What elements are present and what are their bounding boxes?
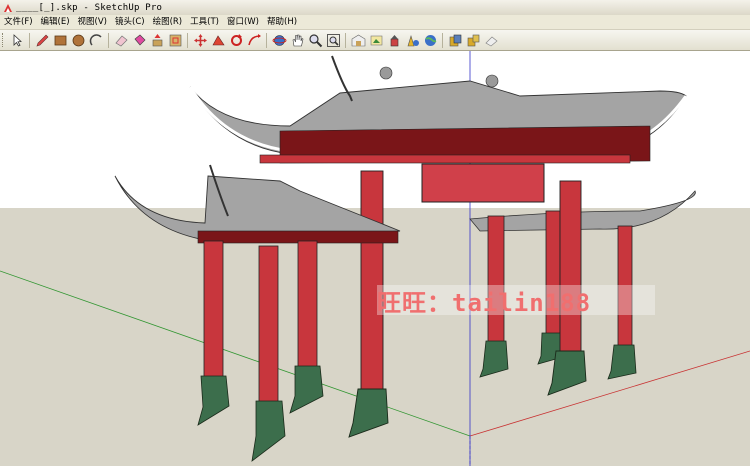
toolbar-grip[interactable] <box>2 33 6 47</box>
menu-file[interactable]: 文件(F) <box>0 15 37 29</box>
ridge-beast-ornament <box>379 66 393 80</box>
scale-icon <box>247 33 261 45</box>
follow-me-button[interactable] <box>210 32 226 48</box>
arc-icon <box>89 33 102 45</box>
eraser-button[interactable] <box>113 32 129 48</box>
column <box>258 245 279 407</box>
pavilion-model[interactable] <box>0 51 750 466</box>
google-earth-icon <box>424 34 436 46</box>
share-model-icon <box>370 35 382 45</box>
rotate-button[interactable] <box>228 32 244 48</box>
menu-edit[interactable]: 编辑(E) <box>37 15 74 29</box>
move-button[interactable] <box>192 32 208 48</box>
offset-icon <box>169 34 181 46</box>
pan-icon <box>292 34 303 46</box>
paint-bucket-icon <box>134 34 145 46</box>
export-button[interactable] <box>465 32 481 48</box>
plaque <box>421 163 545 203</box>
toolbar-separator <box>345 32 346 48</box>
orbit-icon <box>272 34 286 46</box>
drawing-viewport[interactable]: 旺旺：tailin188 <box>0 51 750 466</box>
send-layout-icon <box>449 34 461 46</box>
title-bar: ____[_].skp - SketchUp Pro <box>0 0 750 16</box>
pan-button[interactable] <box>289 32 305 48</box>
menu-bar: 文件(F) 编辑(E) 视图(V) 镜头(C) 绘图(R) 工具(T) 窗口(W… <box>0 15 750 30</box>
pencil-button[interactable] <box>34 32 50 48</box>
select-icon <box>13 33 22 47</box>
main-lintel <box>259 154 631 164</box>
menu-view[interactable]: 视图(V) <box>74 15 111 29</box>
scale-button[interactable] <box>246 32 262 48</box>
zoom-icon <box>308 33 322 47</box>
toolbar-separator <box>108 32 109 48</box>
sketchup-app-icon <box>4 3 12 12</box>
warehouse-icon <box>351 34 365 46</box>
rotate-icon <box>230 33 242 46</box>
column <box>297 240 318 372</box>
zoom-extents-icon <box>326 33 340 47</box>
ridge-beast-ornament <box>485 74 499 88</box>
move-icon <box>193 33 207 47</box>
preview-button[interactable] <box>483 32 499 48</box>
select-button[interactable] <box>9 32 25 48</box>
eraser-icon <box>114 35 128 46</box>
google-earth-button[interactable] <box>422 32 438 48</box>
arc-button[interactable] <box>88 32 104 48</box>
toolbar-separator <box>442 32 443 48</box>
paint-bucket-button[interactable] <box>131 32 147 48</box>
send-layout-button[interactable] <box>447 32 463 48</box>
warehouse-button[interactable] <box>350 32 366 48</box>
main-toolbar <box>0 30 750 51</box>
component-button[interactable] <box>386 32 402 48</box>
menu-tools[interactable]: 工具(T) <box>186 15 223 29</box>
circle-icon <box>72 34 84 46</box>
menu-draw[interactable]: 绘图(R) <box>149 15 187 29</box>
rectangle-button[interactable] <box>52 32 68 48</box>
toolbar-separator <box>187 32 188 48</box>
zoom-extents-button[interactable] <box>325 32 341 48</box>
extension-button[interactable] <box>404 32 420 48</box>
window-title: ____[_].skp - SketchUp Pro <box>16 2 163 13</box>
circle-button[interactable] <box>70 32 86 48</box>
menu-window[interactable]: 窗口(W) <box>223 15 263 29</box>
toolbar-separator <box>29 32 30 48</box>
share-model-button[interactable] <box>368 32 384 48</box>
offset-button[interactable] <box>167 32 183 48</box>
extension-icon <box>407 34 419 46</box>
column <box>203 240 224 382</box>
follow-me-icon <box>211 34 225 45</box>
export-icon <box>467 34 479 46</box>
orbit-button[interactable] <box>271 32 287 48</box>
preview-icon <box>484 36 498 46</box>
rectangle-icon <box>54 35 66 45</box>
toolbar-separator <box>266 32 267 48</box>
zoom-button[interactable] <box>307 32 323 48</box>
menu-help[interactable]: 帮助(H) <box>263 15 301 29</box>
push-pull-icon <box>152 33 162 46</box>
component-icon <box>390 34 398 46</box>
pencil-icon <box>36 34 48 46</box>
center-right-column <box>559 180 582 357</box>
menu-camera[interactable]: 镜头(C) <box>111 15 149 29</box>
push-pull-button[interactable] <box>149 32 165 48</box>
watermark-text: 旺旺：tailin188 <box>377 288 592 317</box>
watermark-banner: 旺旺：tailin188 <box>377 285 655 317</box>
